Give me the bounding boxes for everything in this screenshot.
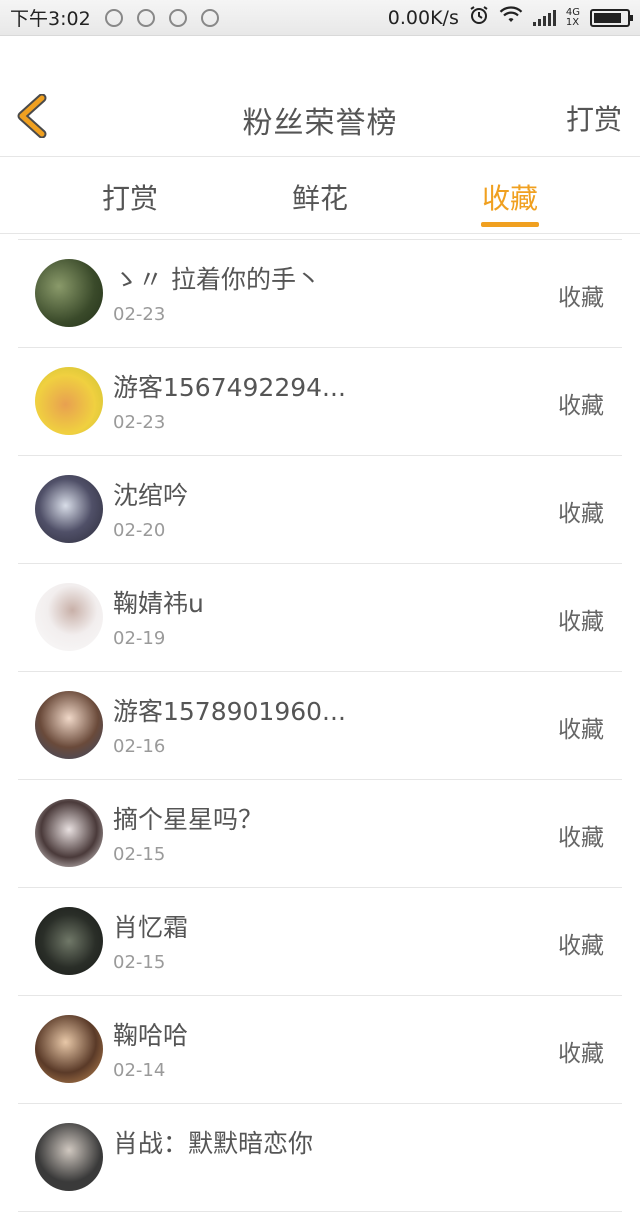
item-action: 收藏	[558, 717, 604, 743]
item-date: 02-23	[113, 304, 166, 325]
item-action: 收藏	[558, 825, 604, 851]
active-tab-indicator	[481, 222, 539, 227]
tab-favorites[interactable]: 收藏	[460, 177, 560, 217]
avatar	[35, 259, 103, 327]
header: 粉丝荣誉榜 打赏	[0, 82, 640, 157]
signal-icon	[532, 9, 556, 26]
avatar	[35, 1123, 103, 1191]
user-name: 摘个星星吗？	[113, 805, 264, 834]
alarm-icon	[469, 5, 489, 30]
list-item[interactable]: 游客1578901960... 02-16 收藏	[18, 672, 622, 780]
avatar	[35, 907, 103, 975]
user-name: 游客1578901960...	[113, 697, 346, 726]
list-item[interactable]: 鞠哈哈 02-14 收藏	[18, 996, 622, 1104]
list-item[interactable]: 摘个星星吗？ 02-15 收藏	[18, 780, 622, 888]
network-type: 4G 1X	[565, 6, 580, 28]
status-left: 下午3:02	[10, 4, 219, 31]
reward-button[interactable]: 打赏	[566, 98, 622, 138]
item-action: 收藏	[558, 1041, 604, 1067]
list-item[interactable]: 沈绾吟 02-20 收藏	[18, 456, 622, 564]
item-date: 02-20	[113, 520, 166, 541]
user-name: ゝ〃 拉着你的手丶	[113, 265, 321, 294]
item-date: 02-23	[113, 412, 166, 433]
avatar	[35, 1015, 103, 1083]
net-speed: 0.00K/s	[387, 6, 459, 29]
user-name: 鞠婧祎u	[113, 589, 204, 618]
notification-icon	[104, 8, 123, 27]
avatar	[35, 799, 103, 867]
user-name: 肖战：默默暗恋你	[113, 1129, 314, 1158]
tab-bar: 打赏 鲜花 收藏	[0, 157, 640, 234]
avatar	[35, 583, 103, 651]
avatar	[35, 691, 103, 759]
battery-icon	[590, 8, 633, 27]
list-item[interactable]: ゝ〃 拉着你的手丶 02-23 收藏	[18, 240, 622, 348]
status-bar: 下午3:02 0.00K/s 4G 1X	[0, 0, 640, 36]
list-item[interactable]: 肖忆霜 02-15 收藏	[18, 888, 622, 996]
item-date: 02-19	[113, 628, 166, 649]
item-date: 02-16	[113, 736, 166, 757]
item-action: 收藏	[558, 933, 604, 959]
user-name: 游客1567492294...	[113, 373, 346, 402]
wifi-icon	[499, 6, 523, 29]
notification-icon	[200, 8, 219, 27]
item-action: 收藏	[558, 609, 604, 635]
status-time: 下午3:02	[10, 8, 91, 30]
item-date: 02-15	[113, 844, 166, 865]
item-date: 02-15	[113, 952, 166, 973]
tab-reward[interactable]: 打赏	[80, 177, 180, 217]
notification-icon	[136, 8, 155, 27]
list-item[interactable]: 游客1567492294... 02-23 收藏	[18, 348, 622, 456]
user-name: 肖忆霜	[113, 913, 189, 942]
fan-list: ゝ〃 拉着你的手丶 02-23 收藏 游客1567492294... 02-23…	[18, 239, 622, 1212]
list-item[interactable]: 鞠婧祎u 02-19 收藏	[18, 564, 622, 672]
avatar	[35, 475, 103, 543]
tab-flowers[interactable]: 鲜花	[270, 177, 370, 217]
item-action: 收藏	[558, 393, 604, 419]
list-item[interactable]: 肖战：默默暗恋你	[18, 1104, 622, 1212]
status-right: 0.00K/s 4G 1X	[387, 5, 633, 30]
page-title: 粉丝荣誉榜	[242, 106, 398, 141]
item-action: 收藏	[558, 285, 604, 311]
notification-icon	[168, 8, 187, 27]
battery-fill	[594, 12, 622, 23]
user-name: 鞠哈哈	[113, 1021, 189, 1050]
user-name: 沈绾吟	[113, 481, 189, 510]
item-date: 02-14	[113, 1060, 166, 1081]
avatar	[35, 367, 103, 435]
item-action: 收藏	[558, 501, 604, 527]
